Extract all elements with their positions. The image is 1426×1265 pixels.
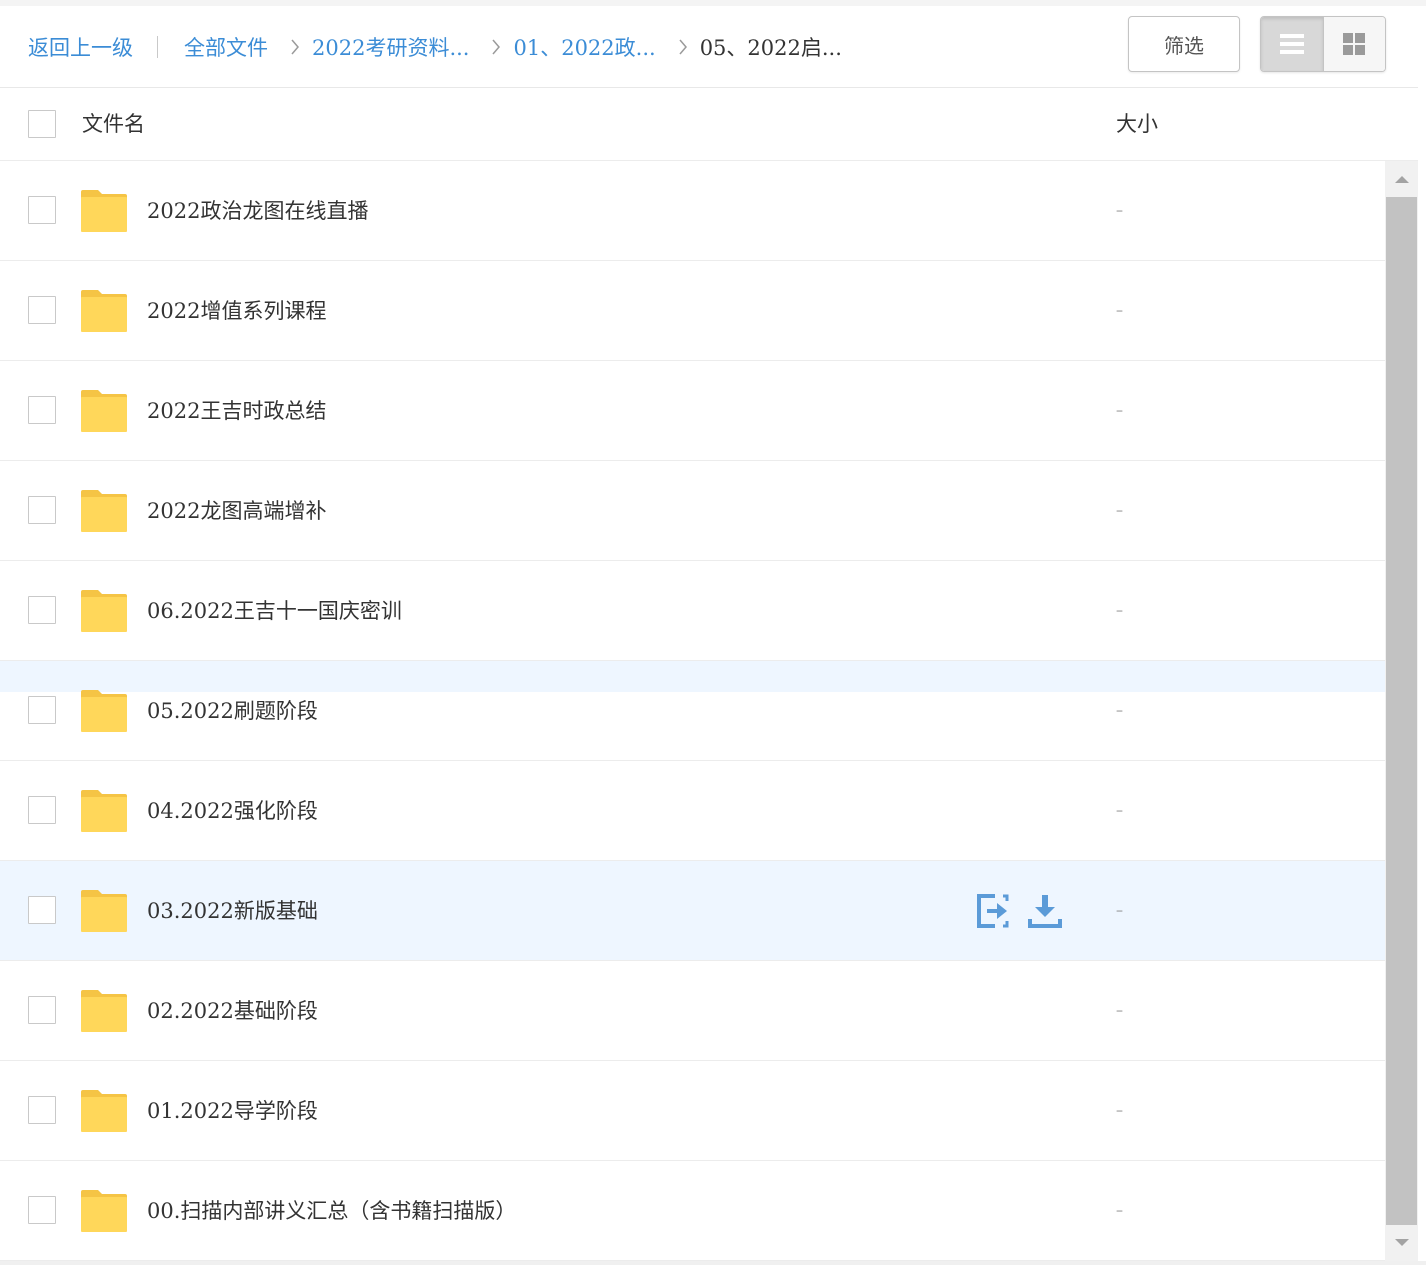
download-icon[interactable] xyxy=(1027,893,1063,929)
file-size: – xyxy=(1116,803,1123,819)
select-all-checkbox[interactable] xyxy=(28,110,56,138)
folder-icon xyxy=(80,689,128,733)
folder-icon xyxy=(80,589,128,633)
row-checkbox[interactable] xyxy=(28,696,56,724)
file-row[interactable]: 2022王吉时政总结 – xyxy=(0,361,1385,461)
row-checkbox[interactable] xyxy=(28,1096,56,1124)
row-checkbox[interactable] xyxy=(28,796,56,824)
file-size: – xyxy=(1116,303,1123,319)
file-name[interactable]: 02.2022基础阶段 xyxy=(147,961,318,1061)
scroll-up-arrow[interactable] xyxy=(1385,161,1418,197)
file-size: – xyxy=(1116,903,1123,919)
row-checkbox[interactable] xyxy=(28,996,56,1024)
breadcrumb-divider xyxy=(157,36,158,58)
breadcrumb: 返回上一级 全部文件 2022考研资料... 01、2022政... 05、20… xyxy=(28,6,842,88)
view-toggle xyxy=(1260,16,1386,72)
scrollbar[interactable] xyxy=(1385,161,1418,1261)
file-name[interactable]: 2022增值系列课程 xyxy=(147,261,326,361)
list-view-button[interactable] xyxy=(1261,17,1323,71)
column-header-size[interactable]: 大小 xyxy=(1116,88,1158,160)
breadcrumb-current: 05、2022启... xyxy=(699,36,842,60)
file-name[interactable]: 05.2022刷题阶段 xyxy=(147,661,318,761)
file-row[interactable]: 03.2022新版基础 – xyxy=(0,861,1385,961)
grid-view-button[interactable] xyxy=(1322,17,1385,71)
chevron-right-icon xyxy=(290,38,300,56)
row-checkbox[interactable] xyxy=(28,296,56,324)
row-checkbox[interactable] xyxy=(28,596,56,624)
row-checkbox[interactable] xyxy=(28,496,56,524)
file-size: – xyxy=(1116,403,1123,419)
file-name[interactable]: 2022王吉时政总结 xyxy=(147,361,326,461)
row-checkbox[interactable] xyxy=(28,896,56,924)
chevron-right-icon xyxy=(678,38,688,56)
share-icon[interactable] xyxy=(975,893,1011,929)
row-checkbox[interactable] xyxy=(28,196,56,224)
folder-icon xyxy=(80,889,128,933)
folder-icon xyxy=(80,489,128,533)
file-row[interactable]: 02.2022基础阶段 – xyxy=(0,961,1385,1061)
file-name[interactable]: 2022政治龙图在线直播 xyxy=(147,161,368,261)
list-header: 文件名 大小 xyxy=(0,88,1418,161)
file-name[interactable]: 03.2022新版基础 xyxy=(147,861,318,961)
folder-icon xyxy=(80,1189,128,1233)
file-size: – xyxy=(1116,603,1123,619)
folder-icon xyxy=(80,289,128,333)
bottom-strip xyxy=(0,1261,1426,1265)
folder-icon xyxy=(80,989,128,1033)
row-checkbox[interactable] xyxy=(28,1196,56,1224)
grid-icon xyxy=(1343,33,1366,55)
file-row[interactable]: 00.扫描内部讲义汇总（含书籍扫描版） – xyxy=(0,1161,1385,1261)
file-row[interactable]: 01.2022导学阶段 – xyxy=(0,1061,1385,1161)
folder-icon xyxy=(80,789,128,833)
file-name[interactable]: 2022龙图高端增补 xyxy=(147,461,326,561)
file-size: – xyxy=(1116,503,1123,519)
file-size: – xyxy=(1116,1003,1123,1019)
file-name[interactable]: 06.2022王吉十一国庆密训 xyxy=(147,561,402,661)
row-checkbox[interactable] xyxy=(28,396,56,424)
file-list: 2022政治龙图在线直播 –2022增值系列课程 –2022王吉时政总结 –2022龙… xyxy=(0,161,1385,1261)
file-row[interactable]: 05.2022刷题阶段 – xyxy=(0,661,1385,761)
file-name[interactable]: 01.2022导学阶段 xyxy=(147,1061,318,1161)
breadcrumb-item-all-files[interactable]: 全部文件 xyxy=(184,32,268,62)
folder-icon xyxy=(80,189,128,233)
file-size: – xyxy=(1116,1203,1123,1219)
scroll-down-arrow[interactable] xyxy=(1385,1225,1418,1261)
file-size: – xyxy=(1116,1103,1123,1119)
file-row[interactable]: 04.2022强化阶段 – xyxy=(0,761,1385,861)
column-header-name[interactable]: 文件名 xyxy=(82,88,145,160)
folder-icon xyxy=(80,1089,128,1133)
file-row[interactable]: 2022政治龙图在线直播 – xyxy=(0,161,1385,261)
file-row[interactable]: 2022龙图高端增补 – xyxy=(0,461,1385,561)
filter-button[interactable]: 筛选 xyxy=(1128,16,1240,72)
file-size: – xyxy=(1116,703,1123,719)
file-size: – xyxy=(1116,203,1123,219)
toolbar: 返回上一级 全部文件 2022考研资料... 01、2022政... 05、20… xyxy=(0,6,1418,88)
folder-icon xyxy=(80,389,128,433)
file-row[interactable]: 2022增值系列课程 – xyxy=(0,261,1385,361)
back-link[interactable]: 返回上一级 xyxy=(28,32,133,62)
file-name[interactable]: 04.2022强化阶段 xyxy=(147,761,318,861)
file-row[interactable]: 06.2022王吉十一国庆密训 – xyxy=(0,561,1385,661)
list-icon xyxy=(1279,34,1304,54)
breadcrumb-item-politics[interactable]: 01、2022政... xyxy=(513,32,655,62)
breadcrumb-item-exam-materials[interactable]: 2022考研资料... xyxy=(312,32,469,62)
scrollbar-thumb[interactable] xyxy=(1386,197,1417,1225)
file-name[interactable]: 00.扫描内部讲义汇总（含书籍扫描版） xyxy=(147,1161,516,1261)
row-actions xyxy=(975,893,1063,929)
chevron-right-icon xyxy=(491,38,501,56)
